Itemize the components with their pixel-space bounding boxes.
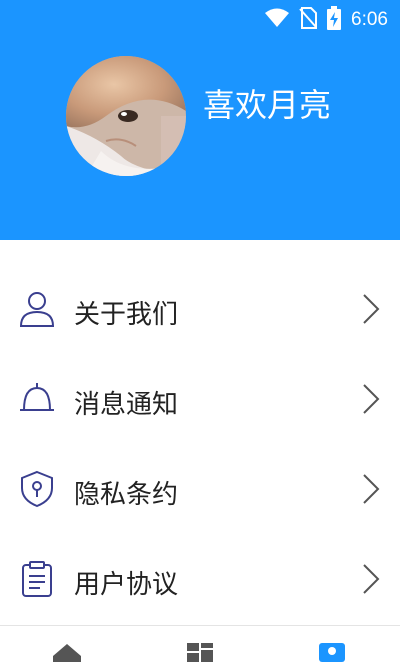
tab-grid[interactable] bbox=[186, 640, 214, 666]
chevron-right-icon bbox=[360, 383, 382, 415]
tab-home[interactable] bbox=[52, 640, 82, 666]
home-icon bbox=[52, 644, 82, 666]
bell-icon bbox=[18, 380, 56, 418]
grid-icon bbox=[186, 643, 214, 666]
menu-item-user-agreement[interactable]: 用户协议 bbox=[0, 538, 400, 628]
no-sim-icon bbox=[299, 7, 318, 33]
wifi-icon bbox=[265, 8, 290, 32]
chevron-right-icon bbox=[360, 293, 382, 325]
username: 喜欢月亮 bbox=[203, 86, 332, 124]
bottom-tab-bar bbox=[0, 625, 400, 662]
battery-charging-icon bbox=[327, 6, 342, 34]
profile-header: 6:06 喜欢月亮 bbox=[0, 0, 400, 240]
avatar[interactable] bbox=[66, 56, 186, 176]
tab-profile[interactable] bbox=[318, 640, 346, 666]
user-icon bbox=[18, 290, 56, 328]
menu-label: 用户协议 bbox=[74, 570, 179, 600]
menu-item-about[interactable]: 关于我们 bbox=[0, 268, 400, 358]
chevron-right-icon bbox=[360, 563, 382, 595]
status-bar: 6:06 bbox=[0, 0, 400, 36]
menu-label: 隐私条约 bbox=[74, 480, 179, 510]
chevron-right-icon bbox=[360, 473, 382, 505]
menu-label: 消息通知 bbox=[74, 390, 179, 420]
menu-item-notifications[interactable]: 消息通知 bbox=[0, 358, 400, 448]
menu-label: 关于我们 bbox=[74, 300, 179, 330]
clipboard-icon bbox=[18, 560, 56, 598]
shield-icon bbox=[18, 470, 56, 508]
menu-item-privacy[interactable]: 隐私条约 bbox=[0, 448, 400, 538]
settings-menu: 关于我们 消息通知 隐私条约 用户协议 bbox=[0, 268, 400, 628]
profile-icon bbox=[318, 643, 346, 666]
status-time: 6:06 bbox=[351, 9, 388, 30]
